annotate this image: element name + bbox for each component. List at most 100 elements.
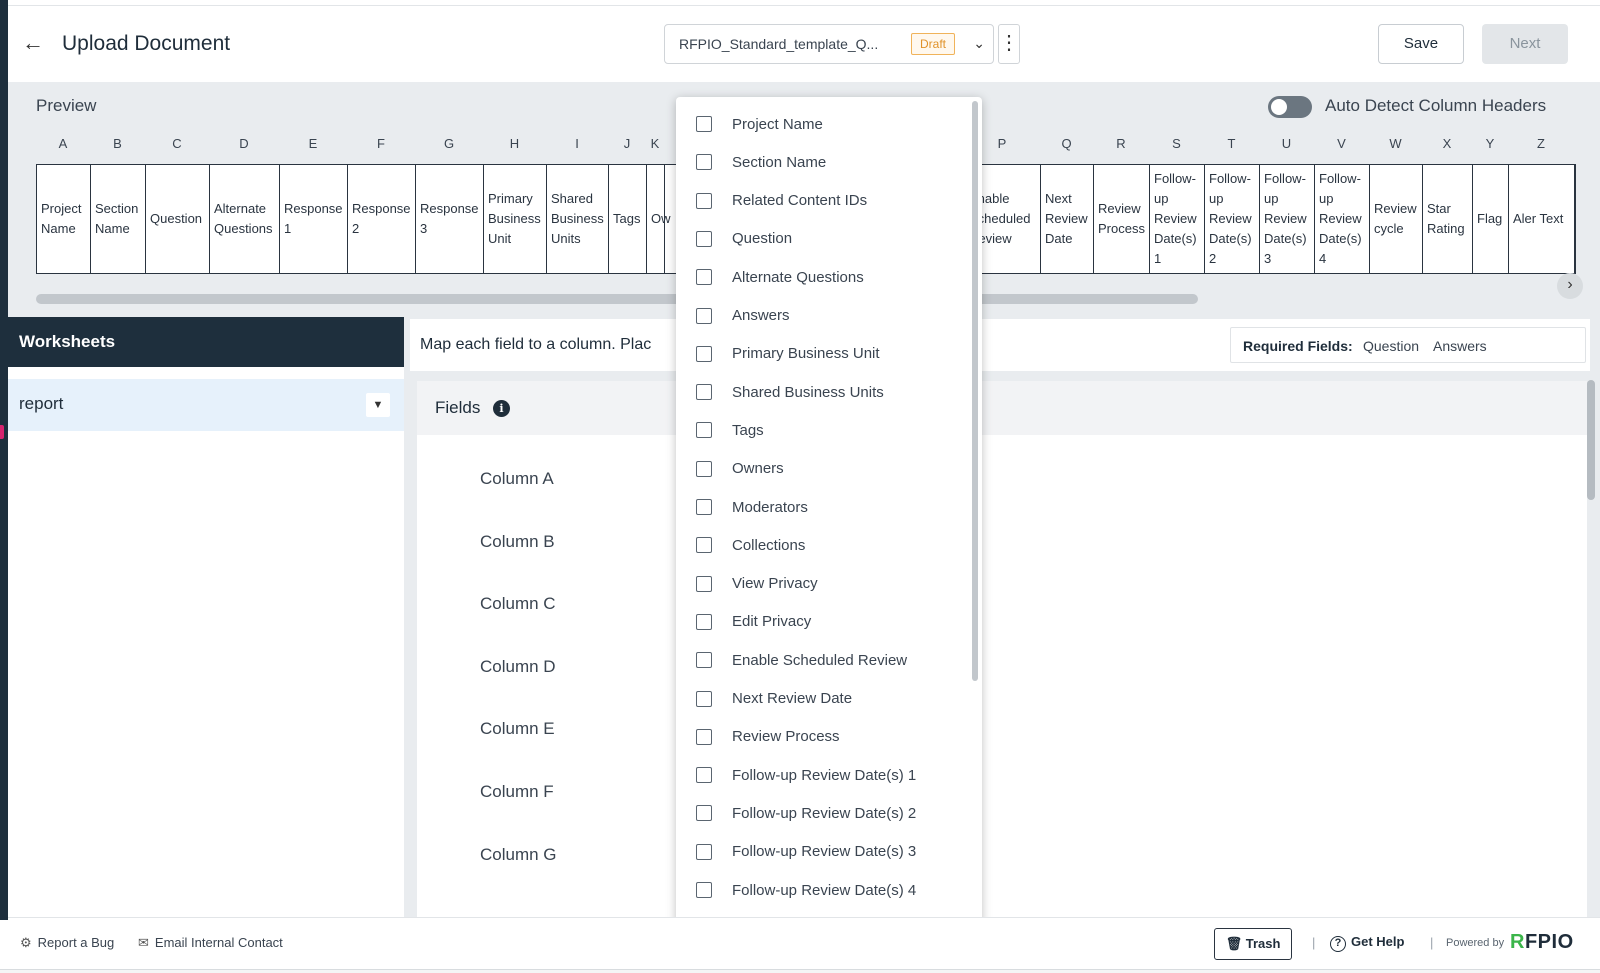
caret-down-icon[interactable]: ▼ [366, 393, 390, 417]
dropdown-option[interactable]: Review Process [696, 725, 840, 749]
template-name: RFPIO_Standard_template_Q... [679, 36, 879, 52]
dropdown-option[interactable]: Shared Business Units [696, 380, 884, 404]
trash-label: Trash [1245, 936, 1281, 951]
checkbox[interactable] [696, 728, 712, 745]
checkbox[interactable] [696, 882, 712, 898]
fields-header: Fields i [417, 381, 1587, 435]
checkbox[interactable] [696, 690, 712, 707]
checkbox[interactable] [696, 537, 712, 554]
dropdown-option[interactable]: Follow-up Review Date(s) 1 [696, 763, 916, 787]
mapping-panel: Map each field to a column. Plac Require… [404, 317, 1600, 917]
save-button[interactable]: Save [1378, 24, 1464, 64]
fields-panel: Fields i Column A Column B Column C Column … [417, 381, 1587, 917]
checkbox[interactable] [696, 613, 712, 630]
dropdown-option-label: Next Review Date [732, 690, 853, 707]
dropdown-option[interactable]: Enable Scheduled Review [696, 648, 907, 672]
checkbox[interactable] [696, 575, 712, 592]
page-header: ← Upload Document RFPIO_Standard_templat… [8, 6, 1600, 82]
dropdown-option[interactable]: Answers [696, 304, 790, 328]
report-bug-link[interactable]: ⚙ Report a Bug [20, 935, 114, 951]
bug-icon: ⚙ [20, 935, 32, 950]
nav-active-marker [0, 425, 4, 439]
email-contact-link[interactable]: ✉ Email Internal Contact [138, 935, 283, 951]
dropdown-option-label: Alternate Questions [732, 268, 864, 286]
column-letter: Y [1485, 136, 1495, 151]
dropdown-option[interactable]: Section Name [696, 150, 826, 174]
dropdown-option[interactable]: Question [696, 227, 792, 251]
chevron-down-icon[interactable]: ⌄ [973, 35, 985, 52]
column-letter: C [172, 136, 182, 151]
next-button[interactable]: Next [1482, 24, 1568, 64]
dropdown-option[interactable]: Alternate Questions [696, 265, 864, 289]
checkbox[interactable] [696, 652, 712, 669]
dropdown-option-label: View Privacy [732, 575, 818, 593]
checkbox[interactable] [696, 460, 712, 477]
dropdown-option-label: Question [732, 230, 793, 248]
get-help-link[interactable]: ? Get Help [1330, 934, 1404, 952]
dropdown-option[interactable]: Project Name [696, 112, 823, 136]
preview-column-header: Next Review Date [1041, 165, 1094, 273]
mapping-row-label: Column B [480, 531, 555, 551]
preview-title: Preview [36, 96, 97, 115]
auto-detect-toggle[interactable] [1268, 96, 1312, 118]
checkbox[interactable] [696, 230, 712, 247]
dropdown-option[interactable]: Next Review Date [696, 687, 852, 711]
trash-button[interactable]: 🗑 Trash [1214, 928, 1292, 960]
column-letter: H [509, 136, 520, 151]
required-field-answers: Answers [1433, 338, 1487, 354]
taskbar-edge [0, 969, 1600, 973]
column-letter: T [1227, 136, 1236, 151]
dropdown-option[interactable]: Moderators [696, 495, 808, 519]
checkbox[interactable] [696, 116, 712, 132]
dropdown-option[interactable]: Edit Privacy [696, 610, 811, 634]
checkbox[interactable] [696, 499, 712, 515]
column-letter: X [1442, 136, 1452, 151]
footer: ⚙ Report a Bug ✉ Email Internal Contact 🗑 … [8, 917, 1600, 973]
column-letter: V [1337, 136, 1346, 151]
column-letter: A [58, 136, 68, 151]
preview-column-header: Question [146, 165, 210, 273]
dropdown-option[interactable]: Follow-up Review Date(s) 4 [696, 878, 916, 902]
worksheet-item[interactable]: report ▼ [8, 379, 404, 431]
worksheets-panel: Worksheets report ▼ [8, 317, 404, 917]
dropdown-option[interactable]: Follow-up Review Date(s) 2 [696, 801, 916, 825]
mapping-row-label: Column C [480, 594, 556, 614]
dropdown-option[interactable]: Primary Business Unit [696, 342, 880, 366]
required-field-question: Question [1363, 338, 1420, 354]
draft-badge: Draft [911, 33, 956, 55]
dropdown-option-label: Follow-up Review Date(s) 4 [732, 881, 917, 899]
horizontal-scrollbar[interactable] [36, 294, 1198, 304]
dropdown-option[interactable]: Related Content IDs [696, 189, 867, 213]
preview-column-header: Review Process [1094, 165, 1150, 273]
preview-column-header: Review cycle [1370, 165, 1423, 273]
checkbox[interactable] [696, 384, 712, 401]
dropdown-option-label: Answers [732, 307, 790, 324]
dropdown-option[interactable]: Tags [696, 418, 764, 442]
column-letter: G [443, 136, 455, 151]
required-fields-label: Required Fields: [1243, 338, 1353, 354]
back-arrow-icon[interactable]: ← [22, 32, 46, 56]
column-letter: E [308, 136, 318, 151]
info-icon[interactable]: i [493, 400, 510, 417]
checkbox[interactable] [696, 307, 712, 324]
dropdown-option-label: Follow-up Review Date(s) 3 [732, 843, 917, 861]
checkbox[interactable] [696, 843, 712, 860]
dropdown-scrollbar[interactable] [972, 101, 978, 681]
checkbox[interactable] [696, 269, 712, 286]
checkbox[interactable] [696, 805, 712, 822]
dropdown-option[interactable]: Follow-up Review Date(s) 3 [696, 840, 916, 864]
preview-column-header: Section Name [91, 165, 146, 273]
more-options-icon[interactable]: ⋮ [998, 24, 1020, 64]
checkbox[interactable] [696, 767, 712, 784]
checkbox[interactable] [696, 154, 712, 171]
scroll-right-icon[interactable]: › [1557, 273, 1583, 299]
checkbox[interactable] [696, 422, 712, 439]
vertical-scrollbar[interactable] [1587, 380, 1595, 500]
dropdown-option[interactable]: View Privacy [696, 572, 818, 596]
checkbox[interactable] [696, 192, 712, 209]
dropdown-option[interactable]: Collections [696, 533, 805, 557]
template-select[interactable]: RFPIO_Standard_template_Q... Draft ⌄ [664, 24, 994, 64]
preview-column-header: Follow-up Review Date(s) 2 [1205, 165, 1260, 273]
dropdown-option[interactable]: Owners [696, 457, 784, 481]
checkbox[interactable] [696, 345, 712, 362]
